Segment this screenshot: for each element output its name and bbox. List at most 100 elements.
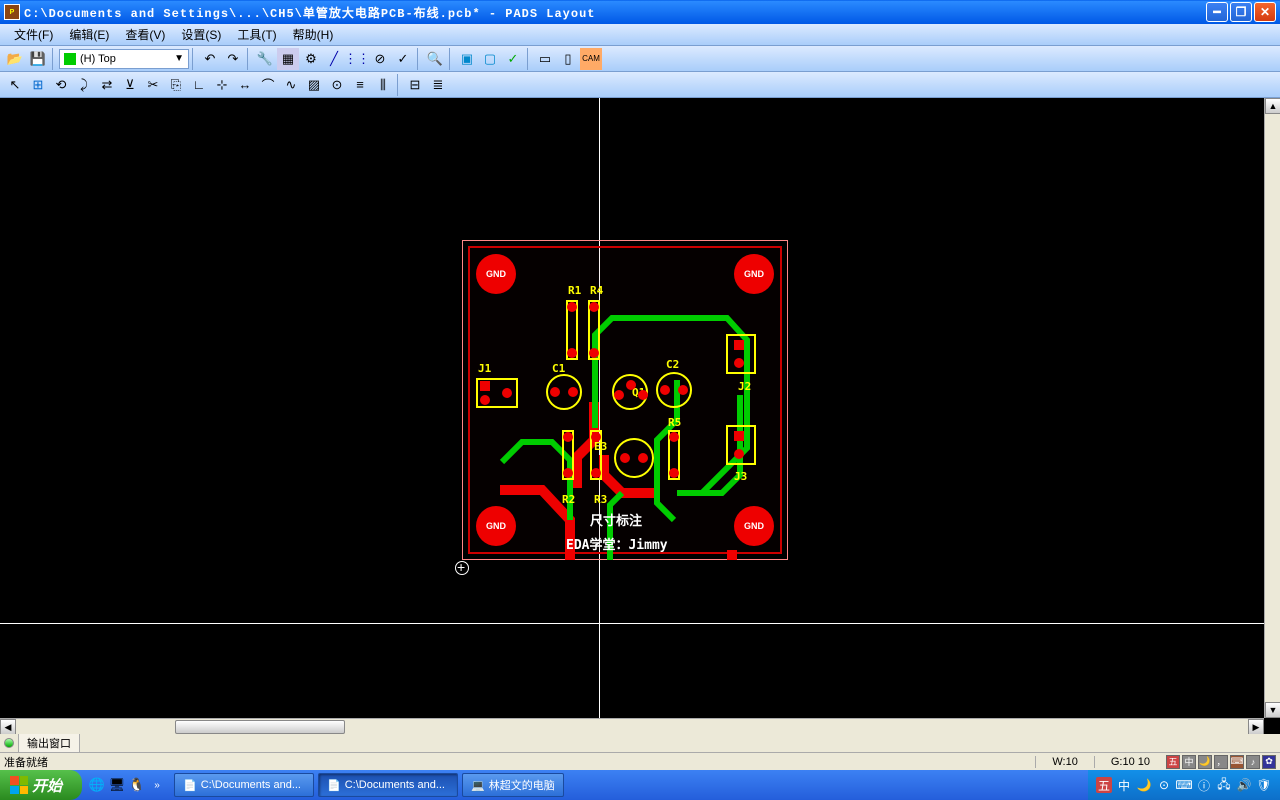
mounting-hole[interactable]: GND: [734, 254, 774, 294]
pad[interactable]: [638, 453, 648, 463]
shield-icon[interactable]: 🛡: [1256, 777, 1272, 793]
move-button[interactable]: ⊞: [27, 74, 49, 96]
scroll-thumb[interactable]: [175, 720, 345, 734]
more-icon[interactable]: »: [148, 776, 166, 794]
snap-button[interactable]: ⋮⋮: [346, 48, 368, 70]
rotate-button[interactable]: ⟲: [50, 74, 72, 96]
start-button[interactable]: 开始: [0, 770, 82, 800]
network-icon[interactable]: 🖧: [1216, 777, 1232, 793]
status-icon[interactable]: 五: [1166, 755, 1180, 769]
pad[interactable]: [480, 381, 490, 391]
undo-button[interactable]: ↶: [199, 48, 221, 70]
ref-r3[interactable]: R3: [594, 493, 607, 506]
pad[interactable]: [589, 348, 599, 358]
ref-j1[interactable]: J1: [478, 362, 491, 375]
open-button[interactable]: 📂: [4, 48, 26, 70]
menu-help[interactable]: 帮助(H): [285, 24, 342, 45]
pad[interactable]: [620, 453, 630, 463]
ref-j2[interactable]: J2: [738, 380, 751, 393]
board-button[interactable]: ▢: [479, 48, 501, 70]
pad[interactable]: [734, 358, 744, 368]
verify-button[interactable]: ✓: [392, 48, 414, 70]
tray-icon[interactable]: ⓘ: [1196, 777, 1212, 793]
arc-button[interactable]: ⌒: [257, 74, 279, 96]
output-window-tab[interactable]: 输出窗口: [18, 733, 80, 753]
dimension-button[interactable]: ⊹: [211, 74, 233, 96]
via-button[interactable]: ⊙: [326, 74, 348, 96]
ref-r1[interactable]: R1: [568, 284, 581, 297]
scroll-right-button[interactable]: ▶: [1248, 719, 1264, 734]
pad[interactable]: [502, 388, 512, 398]
swap-button[interactable]: ⇄: [96, 74, 118, 96]
array-button[interactable]: ⊟: [404, 74, 426, 96]
status-icon[interactable]: 中: [1182, 755, 1196, 769]
pad[interactable]: [567, 302, 577, 312]
qq-icon[interactable]: 🐧: [128, 776, 146, 794]
menu-view[interactable]: 查看(V): [117, 24, 173, 45]
zoom-button[interactable]: 🔍: [424, 48, 446, 70]
options-button[interactable]: ⚙: [300, 48, 322, 70]
taskbar-item[interactable]: 📄 C:\Documents and...: [174, 773, 314, 797]
pad[interactable]: [734, 449, 744, 459]
scroll-down-button[interactable]: ▼: [1265, 702, 1280, 718]
mounting-hole[interactable]: GND: [476, 254, 516, 294]
window-button[interactable]: ▭: [534, 48, 556, 70]
scrollbar-horizontal[interactable]: ◀ ▶: [0, 718, 1264, 734]
scrollbar-vertical[interactable]: ▲ ▼: [1264, 98, 1280, 718]
pcb-board[interactable]: GND GND GND GND R1 R4 J1 C1 C2 Q1 J2: [462, 240, 788, 560]
pad[interactable]: [678, 385, 688, 395]
scroll-left-button[interactable]: ◀: [0, 719, 16, 734]
pcb-text-dimension[interactable]: 尺寸标注: [590, 510, 642, 529]
pcb-text-author[interactable]: EDA学堂：Jimmy: [566, 534, 668, 553]
copy-button[interactable]: ⎘: [165, 74, 187, 96]
status-icon[interactable]: 🌙: [1198, 755, 1212, 769]
sketch-button[interactable]: ∿: [280, 74, 302, 96]
desktop-icon[interactable]: 🖥: [108, 776, 126, 794]
pad[interactable]: [567, 348, 577, 358]
ref-j3[interactable]: J3: [734, 470, 747, 483]
cascade-button[interactable]: ▯: [557, 48, 579, 70]
pad[interactable]: [669, 432, 679, 442]
keyboard-icon[interactable]: ⌨: [1176, 777, 1192, 793]
mounting-hole[interactable]: GND: [734, 506, 774, 546]
ref-r2[interactable]: R2: [562, 493, 575, 506]
maximize-button[interactable]: ❐: [1230, 2, 1252, 22]
distribute-button[interactable]: ⫼: [372, 74, 394, 96]
redo-button[interactable]: ↷: [222, 48, 244, 70]
ref-r5[interactable]: R5: [668, 416, 681, 429]
pad[interactable]: [660, 385, 670, 395]
ref-e3[interactable]: E3: [594, 440, 607, 453]
pad[interactable]: [614, 390, 624, 400]
menu-file[interactable]: 文件(F): [6, 24, 61, 45]
properties-button[interactable]: 🔧: [254, 48, 276, 70]
cut-button[interactable]: ✂: [142, 74, 164, 96]
flip-button[interactable]: ⊻: [119, 74, 141, 96]
ime-icon[interactable]: 五: [1096, 777, 1112, 793]
refresh-button[interactable]: ✓: [502, 48, 524, 70]
select-button[interactable]: ↖: [4, 74, 26, 96]
menu-edit[interactable]: 编辑(E): [61, 24, 117, 45]
menu-tools[interactable]: 工具(T): [229, 24, 284, 45]
pad[interactable]: [563, 432, 573, 442]
ref-r4[interactable]: R4: [590, 284, 603, 297]
layer-selector[interactable]: (H) Top ▼: [59, 49, 189, 69]
list-button[interactable]: ≣: [427, 74, 449, 96]
pad[interactable]: [734, 431, 744, 441]
menu-setup[interactable]: 设置(S): [173, 24, 229, 45]
minimize-button[interactable]: ━: [1206, 2, 1228, 22]
tray-icon[interactable]: ⊙: [1156, 777, 1172, 793]
status-icon[interactable]: ⌨: [1230, 755, 1244, 769]
route-button[interactable]: ╱: [323, 48, 345, 70]
hatch-button[interactable]: ▨: [303, 74, 325, 96]
save-button[interactable]: 💾: [27, 48, 49, 70]
volume-icon[interactable]: 🔊: [1236, 777, 1252, 793]
close-button[interactable]: ✕: [1254, 2, 1276, 22]
cam-button[interactable]: CAM: [580, 48, 602, 70]
measure-button[interactable]: ↔: [234, 74, 256, 96]
drc-button[interactable]: ⊘: [369, 48, 391, 70]
ref-c2[interactable]: C2: [666, 358, 679, 371]
workspace[interactable]: GND GND GND GND R1 R4 J1 C1 C2 Q1 J2: [0, 98, 1280, 734]
align-button[interactable]: ≡: [349, 74, 371, 96]
taskbar-item[interactable]: 💻 林超文的电脑: [462, 773, 564, 797]
extent-button[interactable]: ▣: [456, 48, 478, 70]
